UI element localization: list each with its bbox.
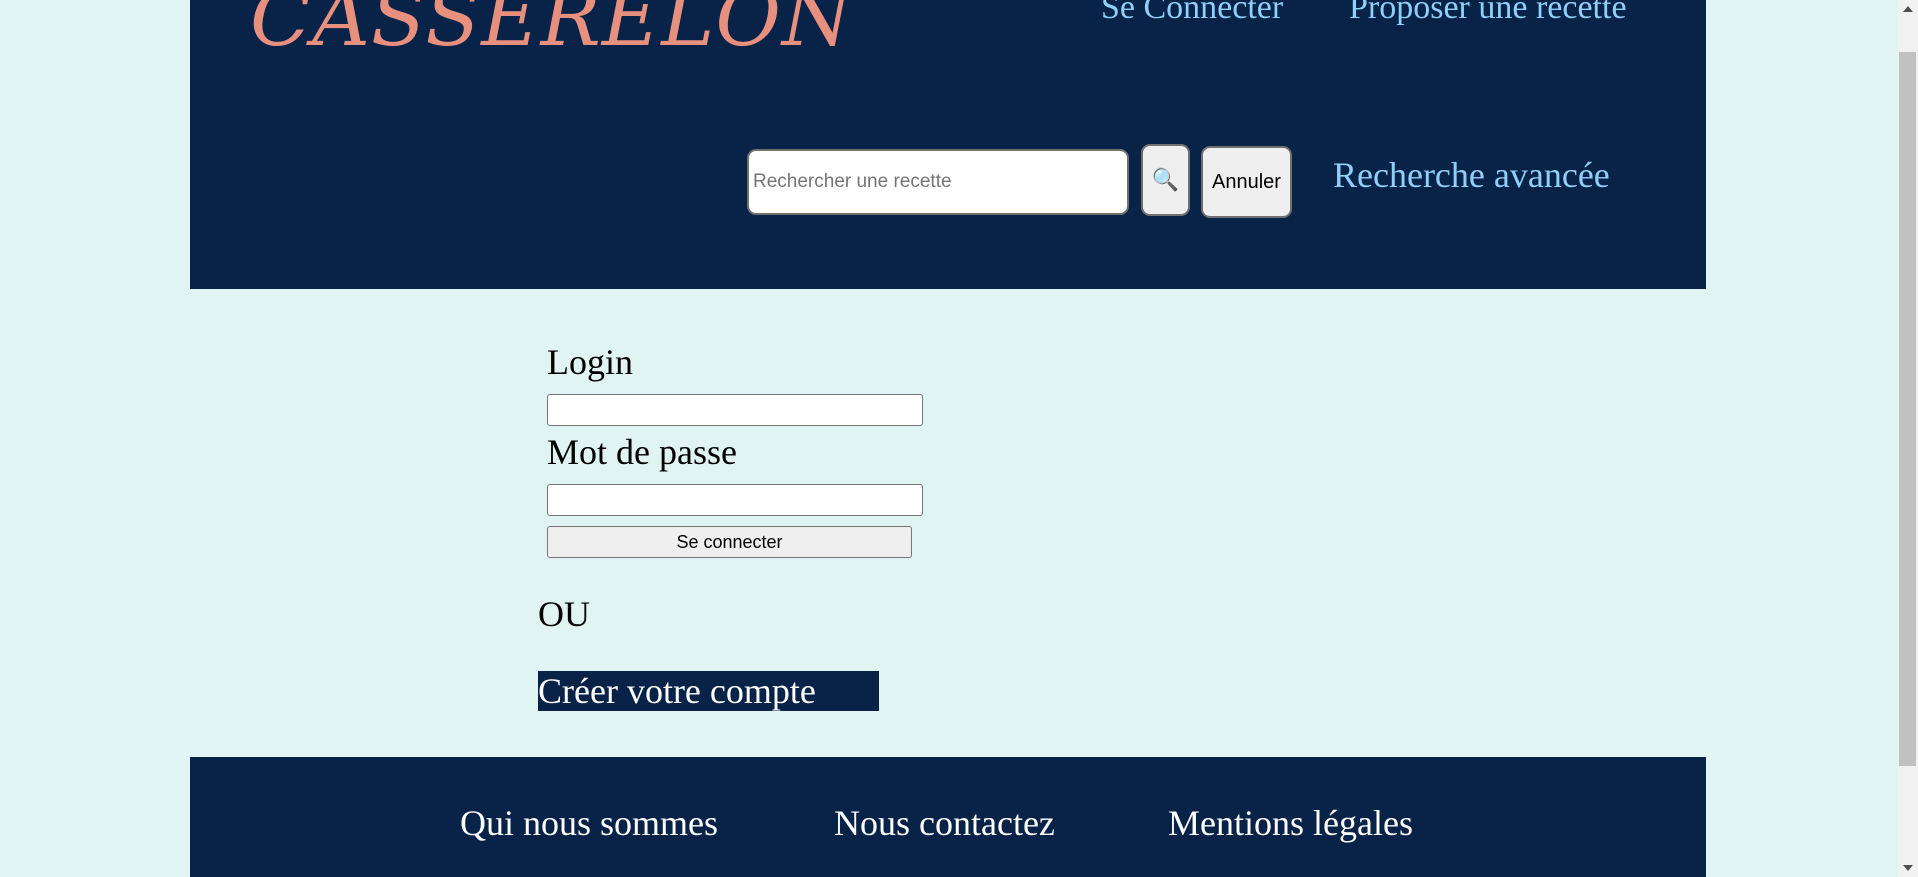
or-separator: OU xyxy=(538,594,590,634)
nav-propose-recipe-link[interactable]: Proposer une recette xyxy=(1349,0,1627,29)
magnifier-icon: 🔍 xyxy=(1151,167,1180,192)
scroll-down-arrow-icon[interactable] xyxy=(1903,865,1913,871)
password-label: Mot de passe xyxy=(547,432,737,472)
page: CASSERELON Se Connecter Proposer une rec… xyxy=(190,0,1706,877)
footer-link-about[interactable]: Qui nous sommes xyxy=(460,802,718,844)
password-field[interactable] xyxy=(547,484,923,516)
footer-link-contact[interactable]: Nous contactez xyxy=(834,802,1055,844)
scrollbar-thumb[interactable] xyxy=(1899,52,1916,766)
nav-login-link[interactable]: Se Connecter xyxy=(1101,0,1283,29)
login-label: Login xyxy=(547,342,633,382)
advanced-search-link[interactable]: Recherche avancée xyxy=(1333,154,1610,196)
site-logo[interactable]: CASSERELON xyxy=(250,0,853,58)
search-button[interactable]: 🔍 xyxy=(1141,144,1190,216)
login-submit-button[interactable]: Se connecter xyxy=(547,526,912,558)
cancel-button[interactable]: Annuler xyxy=(1201,146,1292,218)
create-account-button[interactable]: Créer votre compte xyxy=(538,671,879,711)
scroll-up-arrow-icon[interactable] xyxy=(1903,6,1913,12)
site-footer: Qui nous sommes Nous contactez Mentions … xyxy=(190,757,1706,877)
search-input[interactable] xyxy=(747,149,1129,215)
login-field[interactable] xyxy=(547,394,923,426)
footer-link-legal[interactable]: Mentions légales xyxy=(1168,802,1413,844)
site-header: CASSERELON Se Connecter Proposer une rec… xyxy=(190,0,1706,289)
vertical-scrollbar[interactable] xyxy=(1897,0,1918,877)
